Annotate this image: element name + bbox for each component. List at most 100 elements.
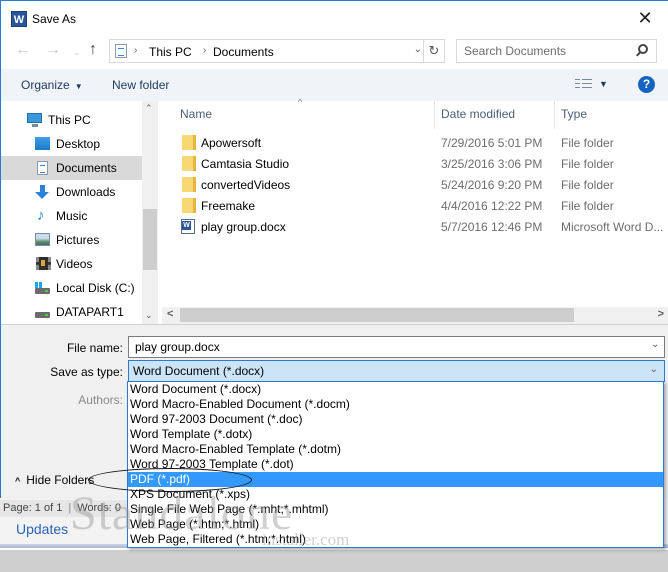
file-type: Microsoft Word D... <box>561 220 664 234</box>
scroll-up-icon[interactable]: ⌃ <box>145 103 153 114</box>
sidebar-item-music[interactable]: ♪ Music <box>1 204 142 228</box>
file-name-input[interactable] <box>128 336 665 358</box>
caret-down-icon: ▼ <box>74 82 83 91</box>
file-type: File folder <box>561 178 614 192</box>
word-document-icon <box>181 219 195 234</box>
sidebar-item-label: Desktop <box>56 137 101 151</box>
forward-arrow-icon[interactable]: → <box>45 41 61 59</box>
sort-ascending-icon: ^ <box>298 97 303 107</box>
sidebar-item-videos[interactable]: Videos <box>1 252 142 276</box>
updates-link[interactable]: Updates <box>16 521 68 537</box>
sidebar-item-pictures[interactable]: Pictures <box>1 228 142 252</box>
view-options-icon[interactable] <box>575 79 592 91</box>
recent-locations-chevron-icon[interactable]: ⌄ <box>73 47 81 58</box>
search-box <box>456 39 657 63</box>
computer-icon <box>27 113 42 127</box>
up-arrow-icon[interactable]: ↑ <box>89 41 97 59</box>
search-icon[interactable] <box>638 44 648 54</box>
word-app-icon: W <box>11 11 27 27</box>
column-header-type[interactable]: Type <box>561 107 587 121</box>
chevron-down-icon: ⌄ <box>649 364 658 375</box>
scroll-right-icon[interactable]: > <box>658 308 664 320</box>
word-status-bar: Page: 1 of 1 | Words: 0 <box>0 500 130 517</box>
drive-icon <box>35 312 50 318</box>
file-name: Freemake <box>201 199 256 213</box>
save-type-option[interactable]: Word 97-2003 Template (*.dot) <box>128 457 663 472</box>
column-header-name[interactable]: Name <box>180 107 212 121</box>
save-type-option[interactable]: Word 97-2003 Document (*.doc) <box>128 412 663 427</box>
local-disk-icon <box>35 282 50 294</box>
file-date: 5/7/2016 12:46 PM <box>441 220 543 234</box>
column-divider[interactable] <box>554 101 555 129</box>
file-type: File folder <box>561 157 614 171</box>
breadcrumb-this-pc[interactable]: This PC <box>149 45 192 59</box>
refresh-icon[interactable]: ↻ <box>423 40 444 62</box>
view-options-caret-icon[interactable]: ▼ <box>599 79 608 89</box>
breadcrumb-separator-icon[interactable]: › <box>134 45 137 56</box>
address-dropdown-chevron-icon[interactable]: ⌄ <box>414 44 422 55</box>
hide-folders-button[interactable]: ^ Hide Folders <box>15 473 94 487</box>
file-date: 7/29/2016 5:01 PM <box>441 136 543 150</box>
search-input[interactable] <box>464 41 634 61</box>
breadcrumb-documents[interactable]: Documents <box>213 45 274 59</box>
taskbar-strip <box>0 544 668 572</box>
sidebar-item-label: Pictures <box>56 233 100 247</box>
sidebar-scroll-thumb[interactable] <box>143 209 157 270</box>
save-type-option[interactable]: PDF (*.pdf) <box>128 472 663 487</box>
back-arrow-icon[interactable]: ← <box>15 41 31 59</box>
file-row[interactable]: Freemake 4/4/2016 12:22 PM File folder <box>162 195 668 216</box>
file-row[interactable]: Camtasia Studio 3/25/2016 3:06 PM File f… <box>162 153 668 174</box>
file-list-horizontal-scrollbar[interactable]: < > <box>162 307 668 324</box>
sidebar-item-this-pc[interactable]: This PC <box>1 108 142 132</box>
save-type-option[interactable]: Word Macro-Enabled Document (*.docm) <box>128 397 663 412</box>
help-icon[interactable]: ? <box>638 76 655 93</box>
file-row[interactable]: play group.docx 5/7/2016 12:46 PM Micros… <box>162 216 668 237</box>
pictures-icon <box>35 233 50 246</box>
column-divider[interactable] <box>434 101 435 129</box>
breadcrumb-separator-icon[interactable]: › <box>203 45 206 56</box>
new-folder-button[interactable]: New folder <box>112 78 169 92</box>
music-icon: ♪ <box>37 207 45 224</box>
column-header-date-modified[interactable]: Date modified <box>441 107 515 121</box>
sidebar-item-datapart1-d[interactable]: DATAPART1 (D:) <box>1 300 142 343</box>
status-page-count: Page: 1 of 1 <box>3 502 63 514</box>
sidebar-scrollbar[interactable]: ⌃ ⌄ <box>142 101 158 324</box>
save-type-option[interactable]: Web Page, Filtered (*.htm;*.html) <box>128 532 663 547</box>
save-type-option[interactable]: Word Macro-Enabled Template (*.dotm) <box>128 442 663 457</box>
save-type-option[interactable]: XPS Document (*.xps) <box>128 487 663 502</box>
documents-location-icon <box>115 44 127 58</box>
horizontal-scroll-thumb[interactable] <box>180 308 574 322</box>
save-as-type-select[interactable]: Word Document (*.docx) ⌄ <box>128 360 665 382</box>
status-word-count: Words: 0 <box>77 502 121 514</box>
file-date: 5/24/2016 9:20 PM <box>441 178 543 192</box>
save-type-option[interactable]: Word Document (*.docx) <box>128 382 663 397</box>
sidebar-item-label: Local Disk (C:) <box>56 281 135 295</box>
file-type: File folder <box>561 136 614 150</box>
save-type-option[interactable]: Web Page (*.htm;*.html) <box>128 517 663 532</box>
file-type: File folder <box>561 199 614 213</box>
scroll-left-icon[interactable]: < <box>167 308 173 320</box>
desktop-icon <box>35 137 50 150</box>
address-bar[interactable]: › This PC › Documents ⌄ ↻ <box>109 39 445 63</box>
file-name: play group.docx <box>201 220 286 234</box>
navigation-bar: ← → ⌄ ↑ › This PC › Documents ⌄ ↻ <box>1 37 668 67</box>
sidebar-item-documents[interactable]: Documents <box>1 156 142 180</box>
videos-icon <box>36 257 51 270</box>
sidebar-item-local-disk-c[interactable]: Local Disk (C:) <box>1 276 142 300</box>
save-as-type-dropdown-list: Word Document (*.docx) Word Macro-Enabled… <box>127 381 664 548</box>
sidebar-item-desktop[interactable]: Desktop <box>1 132 142 156</box>
save-type-option[interactable]: Single File Web Page (*.mht;*.mhtml) <box>128 502 663 517</box>
save-type-option[interactable]: Word Template (*.dotx) <box>128 427 663 442</box>
scroll-down-icon[interactable]: ⌄ <box>145 310 153 321</box>
file-name-chevron-icon[interactable]: ⌄ <box>651 339 659 350</box>
organize-button[interactable]: Organize ▼ <box>21 78 83 92</box>
sidebar-item-downloads[interactable]: Downloads <box>1 180 142 204</box>
file-date: 3/25/2016 3:06 PM <box>441 157 543 171</box>
sidebar-item-label: This PC <box>48 113 91 127</box>
save-as-type-label: Save as type: <box>50 365 123 379</box>
file-name: Camtasia Studio <box>201 157 290 171</box>
file-row[interactable]: convertedVideos 5/24/2016 9:20 PM File f… <box>162 174 668 195</box>
close-button[interactable]: ✕ <box>622 1 668 35</box>
file-row[interactable]: Apowersoft 7/29/2016 5:01 PM File folder <box>162 132 668 153</box>
folder-icon <box>182 177 196 192</box>
